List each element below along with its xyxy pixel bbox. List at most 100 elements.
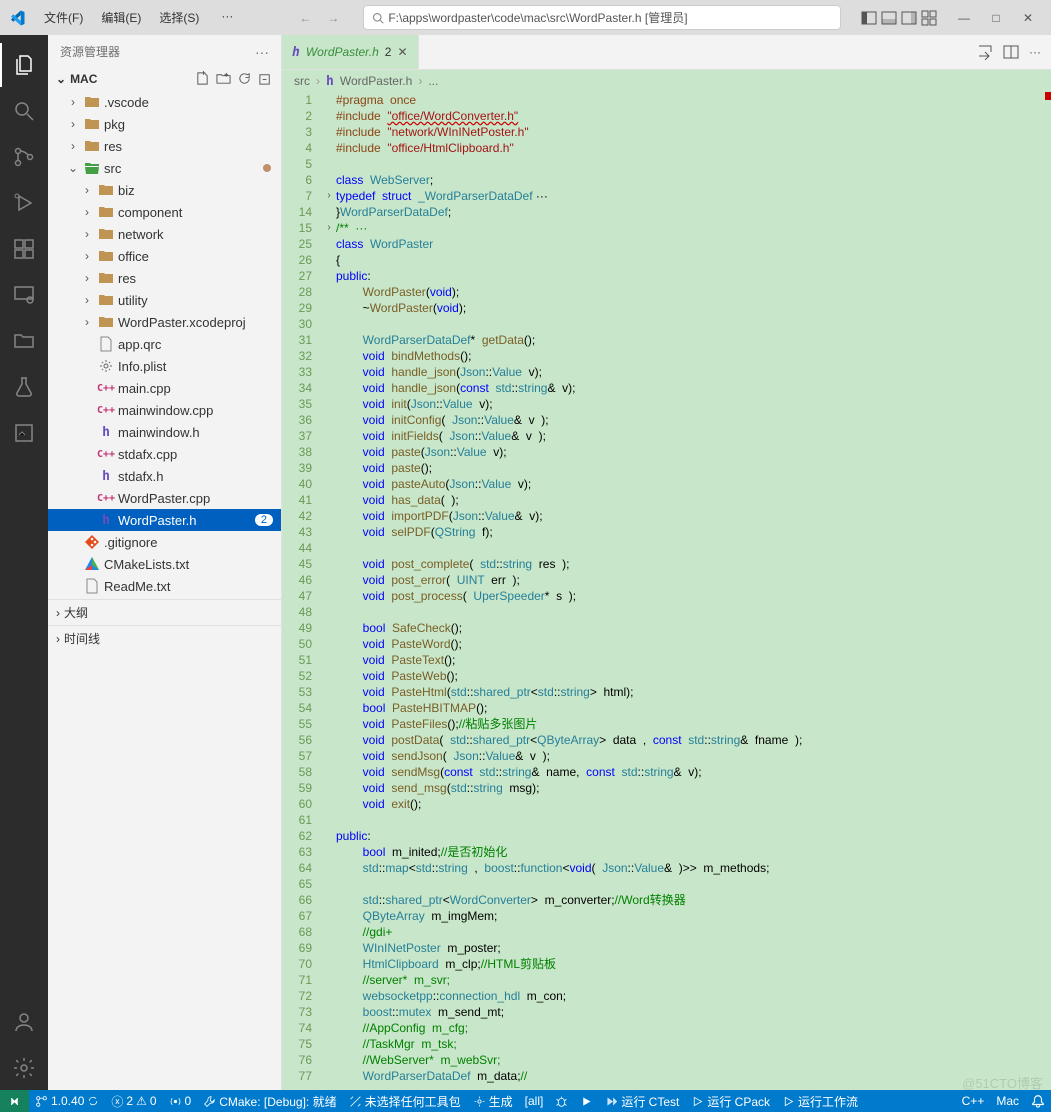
code-line[interactable]: //TaskMgr m_tsk; (336, 1036, 1051, 1052)
code-line[interactable]: boost::mutex m_send_mt; (336, 1004, 1051, 1020)
status-cpack[interactable]: 运行 CPack (685, 1090, 776, 1112)
split-editor-icon[interactable] (1003, 44, 1019, 60)
code-line[interactable]: websocketpp::connection_hdl m_con; (336, 988, 1051, 1004)
code-line[interactable]: HtmlClipboard m_clp;//HTML剪贴板 (336, 956, 1051, 972)
code-line[interactable]: void PasteFiles();//粘贴多张图片 (336, 716, 1051, 732)
code-line[interactable] (336, 812, 1051, 828)
status-ctest[interactable]: 运行 CTest (599, 1090, 685, 1112)
status-language[interactable]: C++ (956, 1090, 991, 1112)
layout-customize-icon[interactable] (921, 10, 937, 26)
activity-remote[interactable] (0, 273, 48, 317)
menu-edit[interactable]: 编辑(E) (93, 5, 149, 30)
close-button[interactable]: ✕ (1013, 7, 1043, 29)
code-line[interactable]: WInINetPoster m_poster; (336, 940, 1051, 956)
tree-folder[interactable]: ›biz (48, 179, 281, 201)
status-target[interactable]: [all] (519, 1090, 550, 1112)
activity-scm[interactable] (0, 135, 48, 179)
code-line[interactable]: void paste(); (336, 460, 1051, 476)
code-line[interactable]: //server* m_svr; (336, 972, 1051, 988)
code-line[interactable]: void selPDF(QString f); (336, 524, 1051, 540)
code-line[interactable]: void importPDF(Json::Value& v); (336, 508, 1051, 524)
code-line[interactable]: void initFields( Json::Value& v ); (336, 428, 1051, 444)
code-line[interactable]: void handle_json(const std::string& v); (336, 380, 1051, 396)
code-line[interactable]: void has_data( ); (336, 492, 1051, 508)
status-ports[interactable]: 0 (163, 1090, 198, 1112)
tree-folder[interactable]: ›res (48, 135, 281, 157)
new-folder-icon[interactable] (216, 71, 231, 86)
menu-file[interactable]: 文件(F) (36, 5, 91, 30)
maximize-button[interactable]: □ (981, 7, 1011, 29)
activity-run-debug[interactable] (0, 181, 48, 225)
activity-extensions[interactable] (0, 227, 48, 271)
code-line[interactable]: WordPaster(void); (336, 284, 1051, 300)
activity-testing[interactable] (0, 365, 48, 409)
new-file-icon[interactable] (195, 71, 210, 86)
status-launch[interactable] (574, 1090, 599, 1112)
code-line[interactable]: void postData( std::shared_ptr<QByteArra… (336, 732, 1051, 748)
tree-folder[interactable]: ›WordPaster.xcodeproj (48, 311, 281, 333)
code-line[interactable]: void PasteText(); (336, 652, 1051, 668)
tab-wordpaster-h[interactable]: h WordPaster.h 2 ✕ (282, 35, 419, 69)
code-line[interactable] (336, 540, 1051, 556)
code-line[interactable]: QByteArray m_imgMem; (336, 908, 1051, 924)
code-line[interactable] (336, 604, 1051, 620)
code-line[interactable]: void PasteWeb(); (336, 668, 1051, 684)
tree-file[interactable]: hmainwindow.h (48, 421, 281, 443)
status-remote[interactable] (0, 1090, 29, 1112)
code-line[interactable]: class WordPaster (336, 236, 1051, 252)
code-editor[interactable]: 1234567141525262728293031323334353637383… (282, 92, 1051, 1090)
tree-folder[interactable]: ›office (48, 245, 281, 267)
outline-section[interactable]: ›大纲 (48, 599, 281, 625)
tree-file[interactable]: C++WordPaster.cpp (48, 487, 281, 509)
code-line[interactable]: WordParserDataDef m_data;// (336, 1068, 1051, 1084)
code-line[interactable]: void post_complete( std::string res ); (336, 556, 1051, 572)
code-line[interactable]: #include "office/HtmlClipboard.h" (336, 140, 1051, 156)
code-line[interactable]: void PasteWord(); (336, 636, 1051, 652)
code-line[interactable]: void exit(); (336, 796, 1051, 812)
refresh-icon[interactable] (237, 71, 252, 86)
code-line[interactable] (336, 876, 1051, 892)
code-line[interactable]: //AppConfig m_cfg; (336, 1020, 1051, 1036)
activity-settings[interactable] (0, 1046, 48, 1090)
code-line[interactable]: void handle_json(Json::Value v); (336, 364, 1051, 380)
tree-folder[interactable]: ›res (48, 267, 281, 289)
code-line[interactable]: void post_process( UperSpeeder* s ); (336, 588, 1051, 604)
code-line[interactable]: void sendMsg(const std::string& name, co… (336, 764, 1051, 780)
code-line[interactable]: //WebServer* m_webSvr; (336, 1052, 1051, 1068)
fold-marker[interactable]: › (322, 220, 336, 236)
code-line[interactable]: void sendJson( Json::Value& v ); (336, 748, 1051, 764)
tree-folder[interactable]: ›.vscode (48, 91, 281, 113)
code-line[interactable]: void pasteAuto(Json::Value v); (336, 476, 1051, 492)
layout-sidebar-right-icon[interactable] (901, 10, 917, 26)
status-kit[interactable]: 未选择任何工具包 (343, 1090, 467, 1112)
code-line[interactable]: void bindMethods(); (336, 348, 1051, 364)
activity-cmake[interactable] (0, 411, 48, 455)
breadcrumb[interactable]: src› h WordPaster.h› ... (282, 70, 1051, 92)
code-line[interactable]: ~WordPaster(void); (336, 300, 1051, 316)
tree-folder[interactable]: ›network (48, 223, 281, 245)
code-line[interactable]: void post_error( UINT err ); (336, 572, 1051, 588)
tree-file[interactable]: app.qrc (48, 333, 281, 355)
code-line[interactable]: void paste(Json::Value v); (336, 444, 1051, 460)
tree-file[interactable]: C++main.cpp (48, 377, 281, 399)
tree-file[interactable]: ReadMe.txt (48, 575, 281, 597)
activity-accounts[interactable] (0, 1000, 48, 1044)
fold-marker[interactable]: › (322, 188, 336, 204)
code-line[interactable]: bool PasteHBITMAP(); (336, 700, 1051, 716)
status-cmake[interactable]: CMake: [Debug]: 就绪 (197, 1090, 342, 1112)
minimize-button[interactable]: — (949, 7, 979, 29)
tree-file[interactable]: hstdafx.h (48, 465, 281, 487)
breadcrumb-item[interactable]: WordPaster.h (340, 74, 412, 88)
status-problems[interactable]: ⓧ2⚠0 (105, 1090, 162, 1112)
menu-select[interactable]: 选择(S) (151, 5, 207, 30)
activity-explorer[interactable] (0, 43, 48, 87)
code-line[interactable]: void init(Json::Value v); (336, 396, 1051, 412)
code-line[interactable]: }WordParserDataDef; (336, 204, 1051, 220)
code-line[interactable]: #include "office/WordConverter.h" (336, 108, 1051, 124)
status-debug-launch[interactable] (549, 1090, 574, 1112)
code-line[interactable]: typedef struct _WordParserDataDef ··· (336, 188, 1051, 204)
close-icon[interactable]: ✕ (397, 45, 407, 59)
code-line[interactable]: void initConfig( Json::Value& v ); (336, 412, 1051, 428)
collapse-all-icon[interactable] (258, 71, 273, 86)
status-notifications[interactable] (1025, 1090, 1051, 1112)
